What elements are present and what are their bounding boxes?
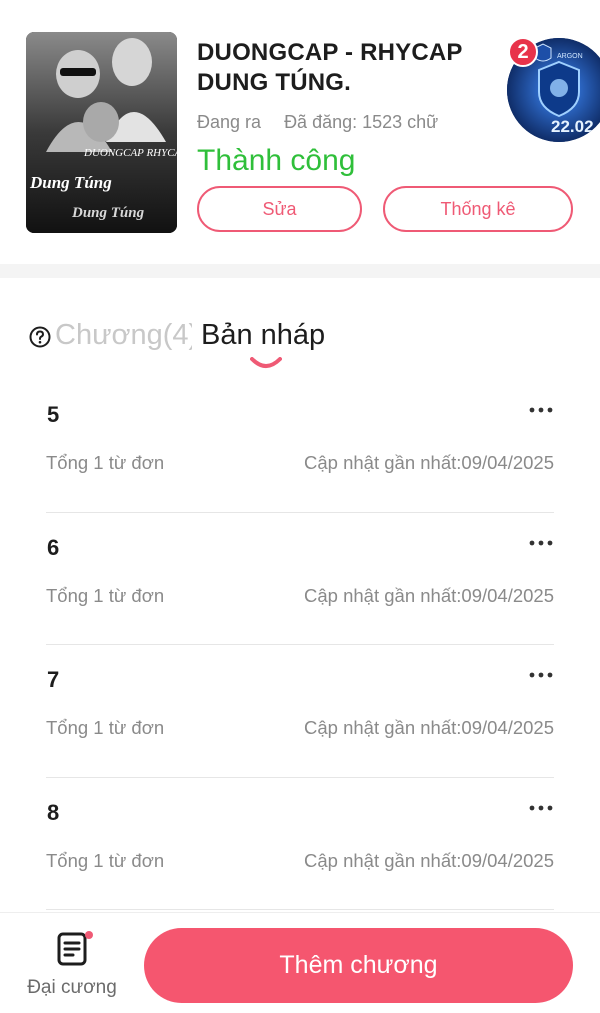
list-item[interactable]: 5 Tổng 1 từ đơn Cập nhật gần nhất:09/04/… bbox=[46, 380, 554, 513]
cover-art: DUONGCAP RHYCAP Dung Túng Dung Túng bbox=[26, 32, 177, 233]
book-title: DUONGCAP - RHYCAP DUNG TÚNG. bbox=[197, 39, 463, 96]
draft-number: 6 bbox=[47, 534, 60, 560]
statistics-button[interactable]: Thống kê bbox=[383, 186, 573, 232]
section-divider bbox=[0, 264, 600, 278]
active-tab-indicator bbox=[250, 357, 282, 368]
list-item[interactable]: 8 Tổng 1 từ đơn Cập nhật gần nhất:09/04/… bbox=[46, 778, 554, 910]
bottom-action-bar: Đại cương Thêm chương bbox=[0, 912, 600, 1013]
draft-number: 8 bbox=[47, 799, 60, 825]
outline-button[interactable]: Đại cương bbox=[24, 931, 120, 1009]
list-item[interactable]: 7 Tổng 1 từ đơn Cập nhật gần nhất:09/04/… bbox=[46, 645, 554, 778]
cover-title: Dung Túng bbox=[29, 173, 112, 192]
more-options-icon[interactable] bbox=[528, 663, 554, 683]
floating-avatar-widget[interactable]: ARGON 22.02 2 bbox=[507, 37, 600, 142]
draft-word-count: Tổng 1 từ đơn bbox=[46, 849, 165, 871]
edit-button[interactable]: Sửa bbox=[197, 186, 362, 232]
publish-result: Thành công bbox=[197, 144, 356, 177]
book-meta: Đang ra Đã đăng: 1523 chữ bbox=[197, 112, 438, 133]
draft-number: 5 bbox=[47, 402, 60, 427]
more-options-icon[interactable] bbox=[528, 531, 554, 551]
chapter-tabs: Chương(4) Bản nháp bbox=[0, 300, 600, 380]
unread-dot bbox=[85, 931, 93, 939]
help-icon[interactable] bbox=[29, 326, 51, 348]
draft-updated-date: Cập nhật gần nhất:09/04/2025 bbox=[304, 717, 554, 738]
notification-badge: 2 bbox=[508, 37, 538, 67]
draft-word-count: Tổng 1 từ đơn bbox=[46, 717, 165, 738]
draft-number: 7 bbox=[47, 667, 60, 692]
cover-subtitle: DUONGCAP RHYCAP bbox=[83, 147, 177, 159]
book-status: Đang ra bbox=[197, 112, 262, 132]
draft-updated-date: Cập nhật gần nhất:09/04/2025 bbox=[304, 849, 554, 871]
outline-label: Đại cương bbox=[27, 977, 117, 998]
add-chapter-button[interactable]: Thêm chương bbox=[144, 928, 573, 1003]
cover-title-shadow: Dung Túng bbox=[71, 205, 145, 221]
book-word-count: Đã đăng: 1523 chữ bbox=[284, 112, 439, 132]
avatar-caption: 22.02 bbox=[551, 117, 594, 136]
tab-drafts[interactable]: Bản nháp bbox=[201, 319, 325, 352]
draft-updated-date: Cập nhật gần nhất:09/04/2025 bbox=[304, 452, 554, 473]
draft-word-count: Tổng 1 từ đơn bbox=[46, 584, 165, 606]
more-options-icon[interactable] bbox=[528, 796, 554, 816]
draft-updated-date: Cập nhật gần nhất:09/04/2025 bbox=[304, 584, 554, 606]
list-item[interactable]: 6 Tổng 1 từ đơn Cập nhật gần nhất:09/04/… bbox=[46, 513, 554, 645]
tab-chapters[interactable]: Chương(4) bbox=[55, 319, 192, 352]
draft-word-count: Tổng 1 từ đơn bbox=[46, 452, 165, 473]
more-options-icon[interactable] bbox=[528, 398, 554, 418]
avatar-brand: ARGON bbox=[557, 53, 583, 60]
book-header: DUONGCAP RHYCAP Dung Túng Dung Túng DUON… bbox=[0, 0, 600, 264]
book-cover-image[interactable]: DUONGCAP RHYCAP Dung Túng Dung Túng bbox=[26, 32, 177, 233]
draft-list: 5 Tổng 1 từ đơn Cập nhật gần nhất:09/04/… bbox=[46, 380, 554, 910]
